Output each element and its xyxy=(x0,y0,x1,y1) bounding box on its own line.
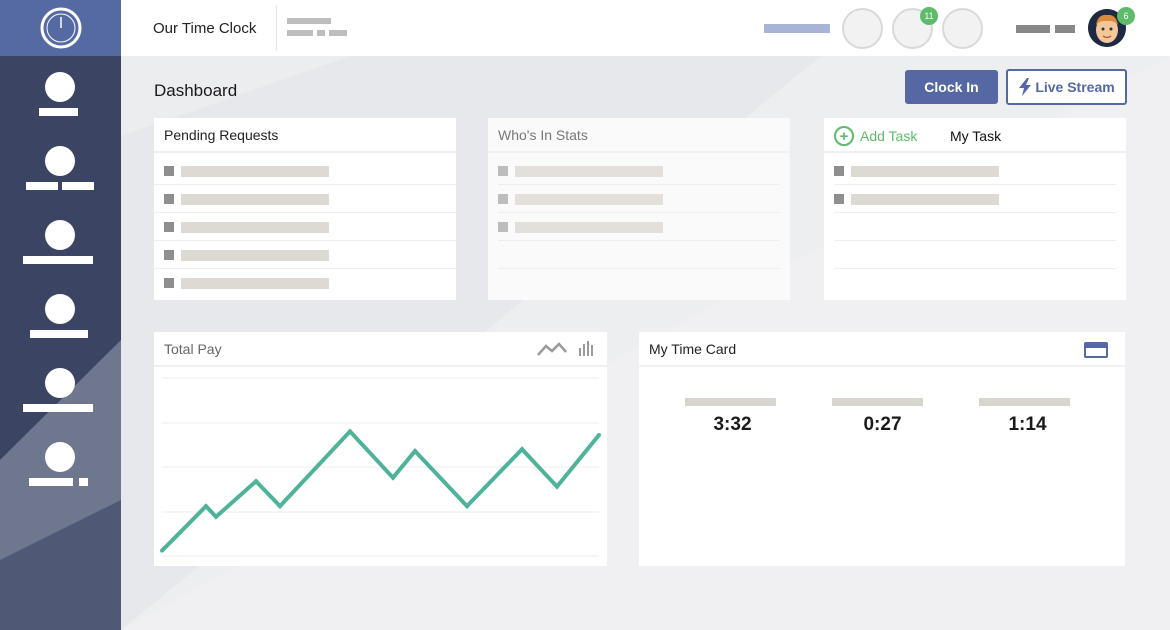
user-name-placeholder xyxy=(1055,25,1075,33)
app-title: Our Time Clock xyxy=(153,20,257,37)
app-logo[interactable] xyxy=(0,0,121,56)
card-header: + Add Task My Task xyxy=(824,118,1126,153)
task-card: + Add Task My Task xyxy=(824,118,1126,300)
clock-in-button[interactable]: Clock In xyxy=(905,70,998,104)
time-value: 0:27 xyxy=(863,414,902,435)
card-title: Pending Requests xyxy=(164,127,279,143)
card-header: Who's In Stats xyxy=(488,118,790,153)
card-header: My Time Card xyxy=(639,332,1125,367)
chart-point-7 xyxy=(413,448,417,453)
top-bar: Our Time Clock 11 6 xyxy=(121,0,1170,56)
card-header: Pending Requests xyxy=(154,118,456,153)
total-pay-chart xyxy=(160,377,601,557)
card-title: Total Pay xyxy=(164,341,222,357)
chart-point-9 xyxy=(520,447,524,452)
list-item[interactable] xyxy=(515,166,663,177)
avatar-badge: 6 xyxy=(1117,7,1135,25)
card-icon[interactable] xyxy=(1084,342,1108,358)
clock-logo-icon xyxy=(40,7,81,49)
card-title: My Time Card xyxy=(649,341,737,357)
chart-point-6 xyxy=(391,475,395,480)
list-item[interactable] xyxy=(851,194,999,205)
line-chart-icon[interactable] xyxy=(537,341,567,357)
add-task-label: Add Task xyxy=(860,128,918,144)
list-item[interactable] xyxy=(181,166,329,177)
list-item[interactable] xyxy=(515,194,663,205)
sidebar-item-5[interactable] xyxy=(0,368,121,428)
add-task-button[interactable]: + Add Task xyxy=(834,126,917,146)
list-item[interactable] xyxy=(181,222,329,233)
user-name-placeholder xyxy=(1016,25,1050,33)
user-icon xyxy=(45,146,75,176)
whos-in-stats-card: Who's In Stats xyxy=(488,118,790,300)
sidebar-item-4[interactable] xyxy=(0,294,121,354)
topbar-placeholder-line xyxy=(329,30,347,36)
list-item[interactable] xyxy=(181,278,329,289)
chart-point-11 xyxy=(597,432,601,437)
list-item[interactable] xyxy=(181,194,329,205)
chart-point-1 xyxy=(204,504,208,509)
bar-chart-icon[interactable] xyxy=(578,340,596,356)
chart-point-3 xyxy=(254,479,258,484)
pending-requests-card: Pending Requests xyxy=(154,118,456,300)
time-value: 3:32 xyxy=(713,414,752,435)
list-item[interactable] xyxy=(181,250,329,261)
notification-badge: 11 xyxy=(920,7,938,25)
list-item[interactable] xyxy=(851,166,999,177)
topbar-placeholder-line xyxy=(317,30,325,36)
plus-circle-icon: + xyxy=(834,126,854,146)
chart-point-10 xyxy=(555,484,559,489)
card-header: Total Pay xyxy=(154,332,607,367)
chart-point-5 xyxy=(348,429,352,434)
list-item[interactable] xyxy=(515,222,663,233)
topbar-divider xyxy=(276,6,277,50)
user-icon xyxy=(45,220,75,250)
sidebar-item-3[interactable] xyxy=(0,220,121,280)
sidebar-item-2[interactable] xyxy=(0,146,121,206)
sidebar xyxy=(0,0,121,630)
total-pay-line xyxy=(160,428,601,553)
user-icon xyxy=(45,294,75,324)
time-card: My Time Card 3:32 0:27 1:14 xyxy=(639,332,1125,566)
chart-point-2 xyxy=(214,514,218,519)
time-value: 1:14 xyxy=(1008,414,1047,435)
sidebar-item-1[interactable] xyxy=(0,72,121,132)
lightning-icon xyxy=(1019,78,1032,96)
live-stream-button[interactable]: Live Stream xyxy=(1006,69,1127,105)
chart-point-4 xyxy=(278,504,282,509)
user-icon xyxy=(45,442,75,472)
user-icon xyxy=(45,368,75,398)
chart-point-8 xyxy=(465,504,469,509)
page-title: Dashboard xyxy=(154,81,238,100)
card-title: Who's In Stats xyxy=(498,127,588,143)
sidebar-item-6[interactable] xyxy=(0,442,121,502)
topbar-blue-bar xyxy=(764,24,830,33)
topbar-placeholder-line xyxy=(287,18,331,24)
total-pay-card: Total Pay xyxy=(154,332,607,566)
chart-point-0 xyxy=(160,548,164,553)
user-icon xyxy=(45,72,75,102)
notification-button-3[interactable] xyxy=(942,8,983,49)
live-stream-label: Live Stream xyxy=(1035,79,1115,95)
my-task-tab[interactable]: My Task xyxy=(950,128,1001,144)
topbar-placeholder-line xyxy=(287,30,313,36)
notification-button-1[interactable] xyxy=(842,8,883,49)
